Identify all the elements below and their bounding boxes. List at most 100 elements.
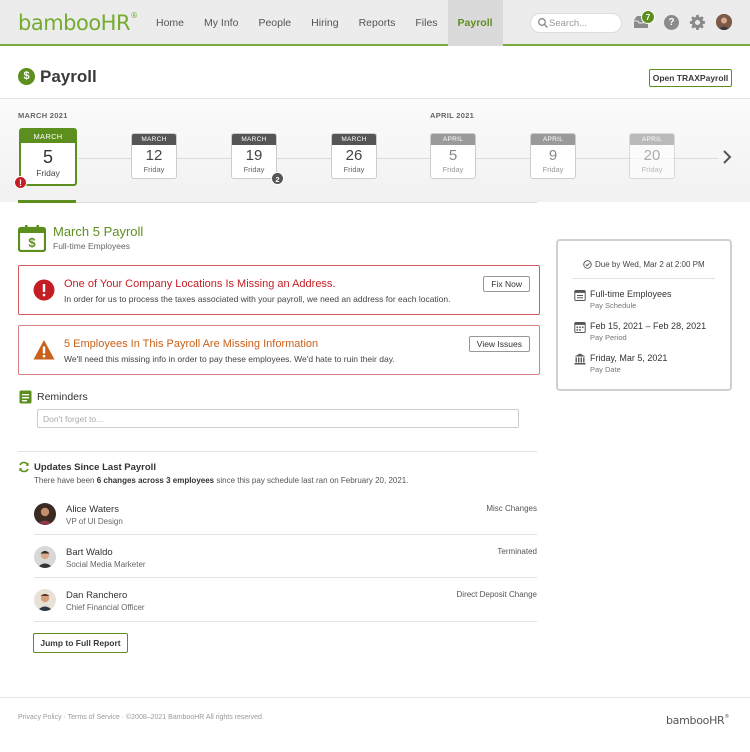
- employee-role: VP of UI Design: [66, 517, 123, 526]
- month-label-march: MARCH 2021: [18, 111, 68, 120]
- employee-role: Chief Financial Officer: [66, 603, 145, 612]
- pay-date-weekday: Friday: [143, 165, 165, 174]
- pay-date-weekday: Friday: [36, 168, 60, 178]
- employee-row-dan-ranchero[interactable]: Dan Ranchero Chief Financial Officer Dir…: [34, 589, 537, 632]
- footer-links[interactable]: Privacy Policy · Terms of Service · ©200…: [18, 714, 264, 721]
- alert-title: One of Your Company Locations Is Missing…: [64, 278, 336, 290]
- footer-bamboohr-logo: bambooHR®: [666, 714, 730, 727]
- pay-date-value: Friday, Mar 5, 2021: [590, 353, 668, 363]
- employee-avatar: [34, 546, 56, 568]
- jump-to-full-report-button[interactable]: Jump to Full Report: [33, 633, 128, 653]
- nav-reports[interactable]: Reports: [349, 0, 406, 46]
- pay-date-label: Pay Date: [590, 365, 621, 374]
- pay-date-month: APRIL: [531, 134, 575, 145]
- selected-date-indicator: [18, 200, 76, 203]
- reminder-input[interactable]: Don't forget to...: [37, 409, 519, 428]
- month-label-april: APRIL 2021: [430, 111, 475, 120]
- pay-date-day: 9: [548, 147, 558, 164]
- pay-date-march-19[interactable]: MARCH 19 Friday: [231, 133, 277, 179]
- payroll-title: March 5 Payroll: [53, 224, 144, 239]
- pay-date-april-9[interactable]: APRIL 9 Friday: [530, 133, 576, 179]
- pay-date-march-26[interactable]: MARCH 26 Friday: [331, 133, 377, 179]
- inbox-count-badge: 7: [641, 10, 655, 24]
- nav-hiring[interactable]: Hiring: [301, 0, 348, 46]
- pay-period-label: Pay Period: [590, 333, 627, 342]
- calendar-underline: [18, 202, 537, 203]
- employee-change-type: Direct Deposit Change: [456, 590, 537, 599]
- row-divider: [34, 534, 537, 535]
- section-divider: [18, 451, 537, 452]
- pay-date-count-badge: 2: [271, 172, 284, 185]
- alert-title: 5 Employees In This Payroll Are Missing …: [64, 338, 319, 350]
- payroll-dollar-icon: $: [18, 68, 35, 85]
- search-icon: [538, 18, 548, 28]
- employee-name: Dan Ranchero: [66, 590, 128, 601]
- nav-people[interactable]: People: [248, 0, 301, 46]
- updates-summary: There have been 6 changes across 3 emplo…: [34, 476, 409, 485]
- row-divider: [34, 577, 537, 578]
- search-placeholder: Search...: [549, 18, 588, 29]
- pay-date-alert-icon: !: [14, 176, 27, 189]
- panel-divider: [572, 278, 715, 279]
- nav-home[interactable]: Home: [146, 0, 194, 46]
- chevron-right-icon[interactable]: [721, 149, 733, 165]
- employee-change-type: Misc Changes: [486, 504, 537, 513]
- pay-date-april-5[interactable]: APRIL 5 Friday: [430, 133, 476, 179]
- view-issues-button[interactable]: View Issues: [468, 336, 530, 352]
- pay-date-weekday: Friday: [442, 165, 464, 174]
- nav-files[interactable]: Files: [405, 0, 447, 46]
- calendar-icon: [574, 322, 586, 333]
- updates-title: Updates Since Last Payroll: [34, 462, 156, 473]
- pay-date-month: MARCH: [132, 134, 176, 145]
- user-avatar[interactable]: [716, 14, 732, 30]
- help-icon[interactable]: ?: [664, 15, 679, 30]
- pay-date-month: APRIL: [431, 134, 475, 145]
- pay-date-day: 5: [448, 147, 458, 164]
- fix-now-button[interactable]: Fix Now: [483, 276, 530, 292]
- pay-date-march-12[interactable]: MARCH 12 Friday: [131, 133, 177, 179]
- bamboohr-logo[interactable]: bambooHR®: [18, 11, 138, 35]
- svg-text:$: $: [28, 235, 36, 250]
- employee-row-alice-waters[interactable]: Alice Waters VP of UI Design Misc Change…: [34, 503, 537, 546]
- refresh-icon: [19, 461, 29, 473]
- nav-my-info[interactable]: My Info: [194, 0, 248, 46]
- bank-icon: [574, 353, 586, 365]
- pay-date-weekday: Friday: [641, 165, 663, 174]
- schedule-icon: [574, 290, 586, 301]
- pay-date-month: MARCH: [332, 134, 376, 145]
- missing-address-alert: One of Your Company Locations Is Missing…: [18, 265, 540, 315]
- pay-date-month: MARCH: [21, 130, 75, 143]
- search-input[interactable]: Search...: [530, 13, 622, 33]
- reminders-title: Reminders: [37, 391, 88, 403]
- pay-schedule-label: Pay Schedule: [590, 301, 637, 310]
- pay-date-weekday: Friday: [542, 165, 564, 174]
- missing-info-alert: 5 Employees In This Payroll Are Missing …: [18, 325, 540, 375]
- pay-date-month: MARCH: [232, 134, 276, 145]
- error-icon: [33, 279, 55, 301]
- page-title: Payroll: [40, 67, 97, 86]
- pay-date-march-5[interactable]: MARCH 5 Friday: [19, 128, 77, 186]
- reminder-placeholder: Don't forget to...: [43, 414, 104, 424]
- pay-date-april-20[interactable]: APRIL 20 Friday: [629, 133, 675, 179]
- employee-row-bart-waldo[interactable]: Bart Waldo Social Media Marketer Termina…: [34, 546, 537, 589]
- pay-date-day: 20: [643, 147, 661, 164]
- pay-date-weekday: Friday: [343, 165, 365, 174]
- pay-date-day: 12: [145, 147, 163, 164]
- pay-date-day: 5: [42, 147, 53, 167]
- pay-date-month: APRIL: [630, 134, 674, 145]
- open-traxpayroll-button[interactable]: Open TRAXPayroll: [649, 69, 732, 87]
- employee-avatar: [34, 503, 56, 525]
- employee-name: Bart Waldo: [66, 547, 113, 558]
- top-bar: bambooHR® Home My Info People Hiring Rep…: [0, 0, 750, 46]
- row-divider: [34, 621, 537, 622]
- alert-text: In order for us to process the taxes ass…: [64, 294, 451, 304]
- nav-payroll[interactable]: Payroll: [447, 0, 503, 46]
- alert-text: We'll need this missing info in order to…: [64, 354, 395, 364]
- gear-icon[interactable]: [689, 14, 706, 31]
- reminders-icon: [19, 390, 32, 404]
- employee-avatar: [34, 589, 56, 611]
- pay-date-weekday: Friday: [243, 165, 265, 174]
- due-date-text: Due by Wed, Mar 2 at 2:00 PM: [595, 260, 705, 269]
- employee-name: Alice Waters: [66, 504, 119, 515]
- clock-icon: [583, 260, 592, 269]
